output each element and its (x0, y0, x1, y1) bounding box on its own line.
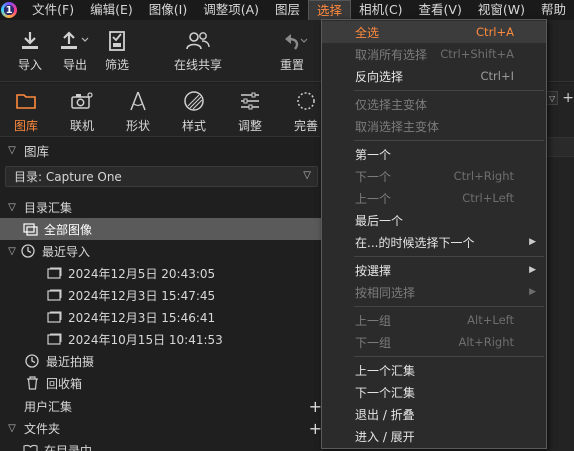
compass-icon (127, 87, 149, 115)
add-collection-button[interactable]: + (309, 397, 322, 416)
cull-icon (107, 28, 127, 54)
menu-separator (354, 306, 544, 307)
menu-separator (354, 90, 544, 91)
submenu-arrow-icon: ▶ (529, 265, 536, 275)
recent-captures-item[interactable]: 最近拍摄 (0, 350, 322, 372)
menu-item-select-primary-variants[interactable]: 仅选择主变体 (322, 93, 546, 115)
add-folder-button[interactable]: + (309, 419, 322, 438)
chevron-down-icon: ▽ (8, 144, 16, 156)
menu-item-deselect-primary-variants[interactable]: 取消选择主变体 (322, 115, 546, 137)
tab-adjust[interactable]: 调整 (222, 87, 278, 134)
tab-shape[interactable]: 形状 (110, 87, 166, 134)
import-album-icon (46, 309, 62, 325)
in-catalog-item[interactable]: 在目录中 (0, 439, 322, 451)
library-header[interactable]: ▽ 图库 (0, 139, 322, 161)
import-item[interactable]: 2024年12月3日 15:47:45 (0, 284, 322, 306)
trash-icon (24, 375, 40, 391)
undo-reset-icon (275, 28, 309, 54)
chevron-down-icon: ▽ (303, 170, 311, 181)
menu-item-enter-expand[interactable]: 进入 / 展开 (322, 425, 546, 447)
import-item[interactable]: 2024年12月5日 20:43:05 (0, 262, 322, 284)
book-icon (22, 442, 38, 451)
style-sphere-icon (183, 87, 205, 115)
import-item[interactable]: 2024年10月15日 10:41:53 (0, 328, 322, 350)
menu-edit[interactable]: 编辑(E) (82, 0, 141, 20)
users-icon (185, 28, 211, 54)
app-logo-icon[interactable]: 1 (0, 0, 18, 20)
images-stack-icon (22, 221, 38, 237)
menu-help[interactable]: 帮助 (533, 0, 574, 20)
import-album-icon (46, 287, 62, 303)
import-album-icon (46, 331, 62, 347)
chevron-down-icon[interactable]: ▽ (546, 91, 559, 105)
menu-item-previous[interactable]: 上一个 Ctrl+Left (322, 187, 546, 209)
chevron-down-icon: ▽ (8, 201, 16, 213)
refine-circle-icon (295, 87, 317, 115)
menubar: 1 文件(F) 编辑(E) 图像(I) 调整项(A) 图层 选择 相机(C) 查… (0, 0, 574, 20)
menu-file[interactable]: 文件(F) (24, 0, 82, 20)
folders-group[interactable]: ▽ 文件夹 + (0, 417, 322, 439)
reset-button[interactable]: 重置 (262, 28, 322, 73)
viewer-bar (546, 137, 574, 157)
menu-item-exit-collapse[interactable]: 退出 / 折叠 (322, 403, 546, 425)
menu-adjustments[interactable]: 调整项(A) (195, 0, 267, 20)
chevron-down-icon: ▽ (8, 245, 16, 257)
select-menu: 全选 Ctrl+A 取消所有选择 Ctrl+Shift+A 反向选择 Ctrl+I 仅… (321, 19, 547, 449)
trash-item[interactable]: 回收箱 (0, 372, 322, 394)
menu-separator (354, 356, 544, 357)
menu-separator (354, 256, 544, 257)
submenu-arrow-icon: ▶ (529, 287, 536, 297)
menu-item-select-by[interactable]: 按選擇 ▶ (322, 259, 546, 281)
import-album-icon (46, 265, 62, 281)
right-controls: ▽ + (546, 90, 574, 106)
import-item[interactable]: 2024年12月3日 15:46:41 (0, 306, 322, 328)
recent-imports-group[interactable]: ▽ 最近导入 (0, 240, 322, 262)
menu-select[interactable]: 选择 (308, 0, 352, 20)
menu-item-select-all[interactable]: 全选 Ctrl+A (322, 21, 546, 43)
menu-item-next[interactable]: 下一个 Ctrl+Right (322, 165, 546, 187)
user-collections-group[interactable]: 用户汇集 + (0, 395, 322, 417)
menu-item-invert-selection[interactable]: 反向选择 Ctrl+I (322, 65, 546, 87)
menu-item-previous-collection[interactable]: 上一个汇集 (322, 359, 546, 381)
menu-item-select-by-same[interactable]: 按相同选择 ▶ (322, 281, 546, 303)
menu-item-select-next-when[interactable]: 在...的时候选择下一个 ▶ (322, 231, 546, 253)
menu-window[interactable]: 视窗(W) (470, 0, 533, 20)
tool-tabs: 图库 联机 形状 样式 调整 完善 (0, 83, 320, 137)
menu-camera[interactable]: 相机(C) (351, 0, 410, 20)
import-icon (20, 28, 40, 54)
catalog-collections-group[interactable]: ▽ 目录汇集 (0, 196, 322, 218)
all-images-item[interactable]: 全部图像 (0, 218, 322, 240)
tab-style[interactable]: 样式 (166, 87, 222, 134)
chevron-down-icon: ▽ (8, 422, 16, 434)
camera-icon (70, 87, 94, 115)
menu-separator (354, 140, 544, 141)
live-share-button[interactable]: 在线共享 (168, 28, 228, 73)
menu-item-previous-group[interactable]: 上一组 Alt+Left (322, 309, 546, 331)
folder-icon (15, 87, 37, 115)
menu-item-next-group[interactable]: 下一组 Alt+Right (322, 331, 546, 353)
submenu-arrow-icon: ▶ (529, 237, 536, 247)
menu-item-deselect-all[interactable]: 取消所有选择 Ctrl+Shift+A (322, 43, 546, 65)
add-icon[interactable]: + (562, 90, 574, 106)
menu-item-last[interactable]: 最后一个 (322, 209, 546, 231)
catalog-select[interactable]: 目录: Capture One ▽ (5, 166, 318, 187)
menu-item-first[interactable]: 第一个 (322, 143, 546, 165)
sliders-icon (239, 87, 261, 115)
clock-icon (24, 353, 40, 369)
menu-item-next-collection[interactable]: 下一个汇集 (322, 381, 546, 403)
clock-icon (20, 243, 36, 259)
cull-button[interactable]: 筛选 (87, 28, 147, 73)
menu-layers[interactable]: 图层 (267, 0, 308, 20)
menu-view[interactable]: 查看(V) (411, 0, 470, 20)
tab-library[interactable]: 图库 (0, 87, 54, 134)
library-panel: ▽ 图库 目录: Capture One ▽ ▽ 目录汇集 全部图像 ▽ 最近导… (0, 138, 322, 451)
tab-tethered[interactable]: 联机 (54, 87, 110, 134)
menu-image[interactable]: 图像(I) (141, 0, 195, 20)
